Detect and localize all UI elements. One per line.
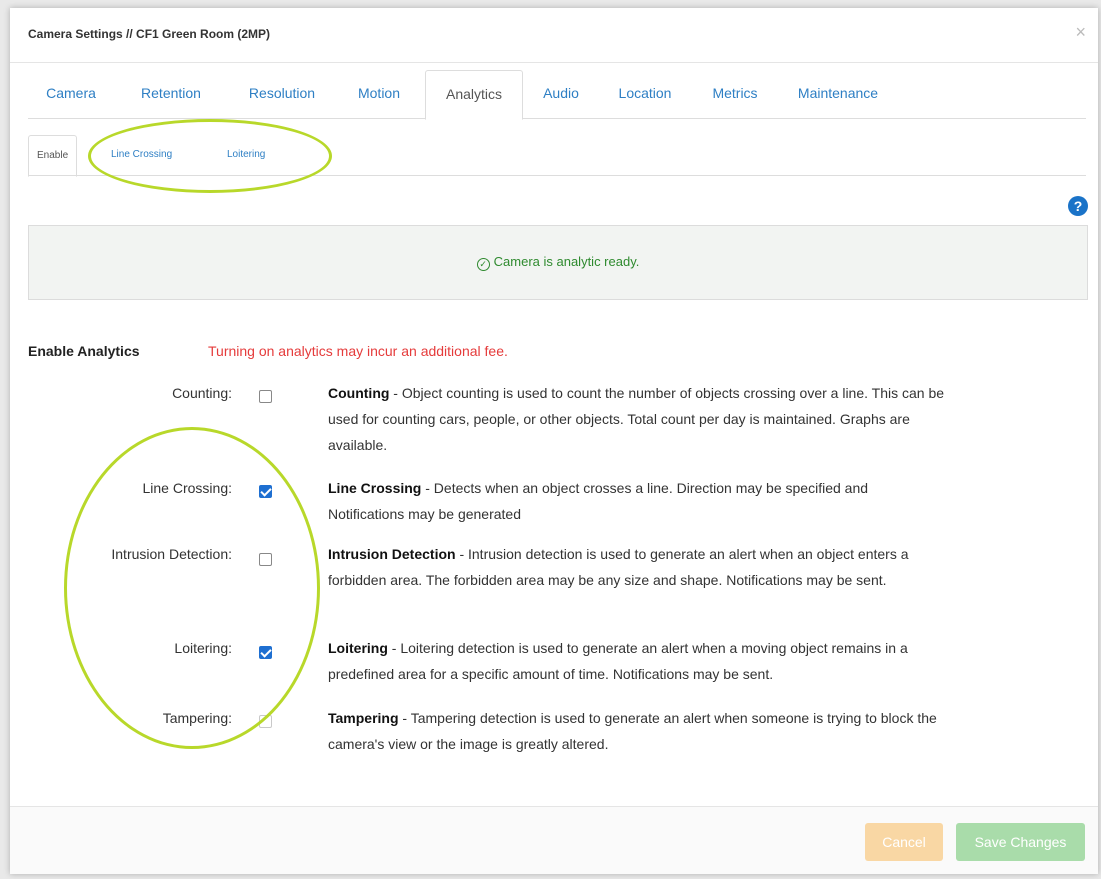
- save-changes-button[interactable]: Save Changes: [956, 823, 1085, 861]
- tampering-description: Tampering - Tampering detection is used …: [328, 705, 948, 757]
- modal-header: Camera Settings // CF1 Green Room (2MP) …: [10, 8, 1098, 63]
- analytics-status-panel: ✓ Camera is analytic ready.: [28, 225, 1088, 300]
- loitering-name: Loitering: [328, 640, 388, 656]
- tab-motion[interactable]: Motion: [346, 70, 412, 117]
- section-title: Enable Analytics: [28, 343, 140, 359]
- tampering-label: Tampering:: [162, 710, 232, 726]
- analytics-subtabs: Enable Line Crossing Loitering: [28, 135, 1086, 177]
- intrusion-detection-label: Intrusion Detection:: [111, 546, 232, 562]
- status-text: Camera is analytic ready.: [493, 254, 640, 269]
- counting-name: Counting: [328, 385, 390, 401]
- tampering-name: Tampering: [328, 710, 399, 726]
- tab-metrics[interactable]: Metrics: [700, 70, 770, 117]
- loitering-description: Loitering - Loitering detection is used …: [328, 635, 948, 687]
- check-circle-icon: ✓: [476, 258, 490, 271]
- line-crossing-label: Line Crossing:: [142, 480, 233, 496]
- counting-checkbox[interactable]: [259, 390, 272, 403]
- line-crossing-description: Line Crossing - Detects when an object c…: [328, 475, 948, 527]
- subtab-line-crossing[interactable]: Line Crossing: [111, 135, 172, 174]
- loitering-description-text: - Loitering detection is used to generat…: [328, 640, 908, 682]
- subtab-loitering[interactable]: Loitering: [227, 135, 265, 174]
- counting-description-text: - Object counting is used to count the n…: [328, 385, 945, 453]
- cancel-button[interactable]: Cancel: [865, 823, 943, 861]
- fee-warning: Turning on analytics may incur an additi…: [208, 343, 508, 359]
- counting-label: Counting:: [172, 385, 232, 401]
- close-icon[interactable]: ×: [1075, 22, 1086, 43]
- tab-camera[interactable]: Camera: [36, 70, 106, 117]
- modal-title: Camera Settings // CF1 Green Room (2MP): [28, 27, 271, 41]
- tab-audio[interactable]: Audio: [533, 70, 589, 117]
- intrusion-detection-name: Intrusion Detection: [328, 546, 456, 562]
- tab-retention[interactable]: Retention: [128, 70, 214, 117]
- intrusion-detection-description: Intrusion Detection - Intrusion detectio…: [328, 541, 948, 593]
- help-icon[interactable]: ?: [1068, 196, 1088, 216]
- subtab-enable[interactable]: Enable: [28, 135, 78, 177]
- status-message: ✓ Camera is analytic ready.: [29, 254, 1087, 271]
- loitering-label: Loitering:: [174, 640, 232, 656]
- tab-analytics[interactable]: Analytics: [425, 70, 523, 120]
- camera-settings-modal: Camera Settings // CF1 Green Room (2MP) …: [10, 8, 1098, 874]
- intrusion-detection-checkbox[interactable]: [259, 553, 272, 566]
- loitering-checkbox[interactable]: [259, 646, 272, 659]
- line-crossing-checkbox[interactable]: [259, 485, 272, 498]
- counting-description: Counting - Object counting is used to co…: [328, 380, 948, 458]
- settings-tabs: Camera Retention Resolution Motion Analy…: [28, 70, 1086, 120]
- line-crossing-name: Line Crossing: [328, 480, 422, 496]
- tab-location[interactable]: Location: [604, 70, 686, 117]
- checkbox-highlight-ellipse: [64, 427, 320, 749]
- tampering-checkbox[interactable]: [259, 715, 272, 728]
- tab-resolution[interactable]: Resolution: [236, 70, 328, 117]
- tampering-description-text: - Tampering detection is used to generat…: [328, 710, 937, 752]
- tab-maintenance[interactable]: Maintenance: [786, 70, 890, 117]
